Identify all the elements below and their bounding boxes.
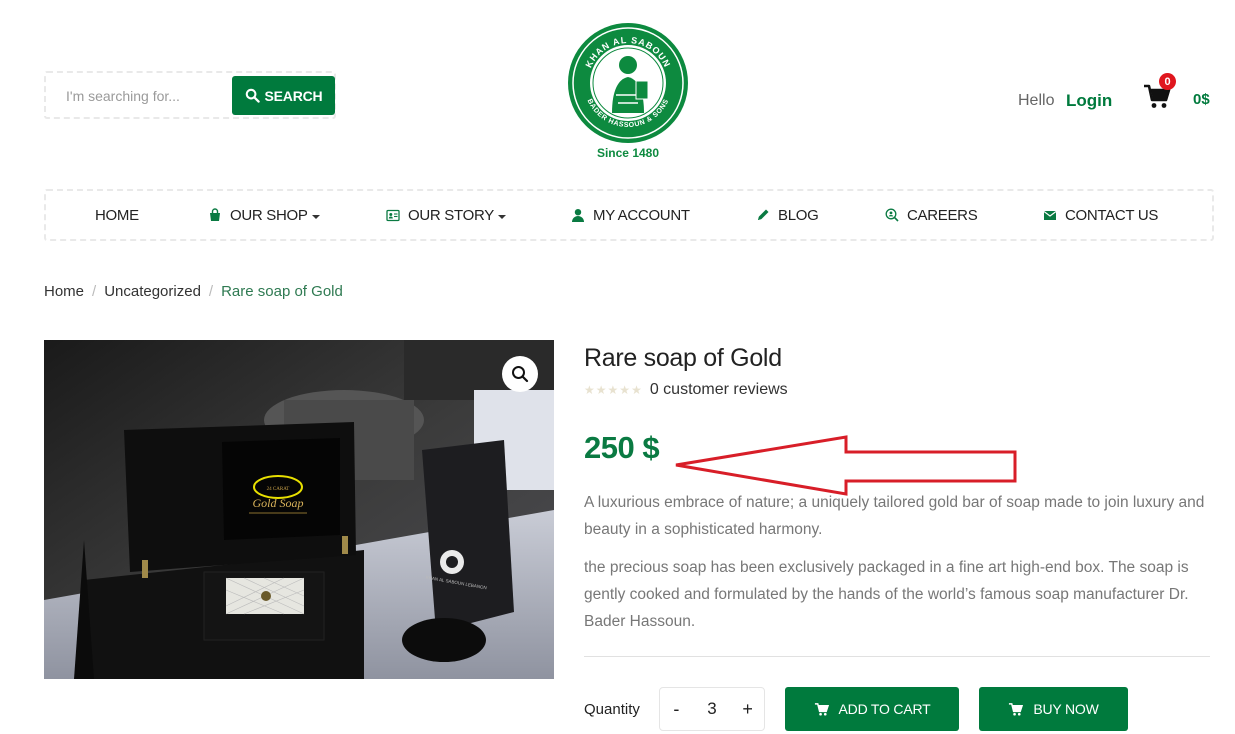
cart-total[interactable]: 0$ [1193,91,1210,108]
nav-item-label: OUR STORY [408,206,494,224]
image-label-main: Gold Soap [253,496,304,510]
breadcrumb-home[interactable]: Home [44,283,84,300]
nav-item-label: CAREERS [907,206,978,224]
quantity-label: Quantity [584,701,640,718]
nav-item-home[interactable]: HOME [95,191,139,239]
cart-icon [1009,702,1024,715]
site-logo[interactable]: KHAN AL SABOUN BADER HASSOUN & SONS Sinc… [566,21,690,161]
nav-item-careers[interactable]: CAREERS [885,191,978,239]
nav-item-our-story[interactable]: OUR STORY [386,191,506,239]
buy-now-button[interactable]: BUY NOW [979,687,1128,731]
search-icon [245,88,260,103]
breadcrumb-separator: / [208,283,214,300]
login-link[interactable]: Login [1066,91,1112,111]
divider [584,656,1210,657]
product-photo: 24 CARAT Gold Soap KHAN AL SABOUN LEBANO… [44,340,554,679]
user-icon [572,209,584,222]
quantity-input[interactable] [697,699,726,719]
cart-count-badge: 0 [1159,73,1176,90]
search-user-icon [885,208,899,222]
nav-item-our-shop[interactable]: OUR SHOP [208,191,320,239]
hello-text: Hello [1018,92,1055,109]
search-button[interactable]: SEARCH [232,76,335,115]
add-to-cart-button[interactable]: ADD TO CART [785,687,959,731]
quantity-decrease-button[interactable]: - [665,699,687,720]
nav-item-label: BLOG [778,206,819,224]
search-form: SEARCH [44,71,336,119]
chevron-down-icon [311,214,320,219]
nav-item-contact-us[interactable]: CONTACT US [1043,191,1158,239]
nav-item-my-account[interactable]: MY ACCOUNT [571,191,690,239]
chevron-down-icon [497,214,506,219]
search-button-label: SEARCH [264,87,323,104]
product-rating: ★ ★ ★ ★ ★ 0 customer reviews [584,381,788,399]
envelope-icon [1043,211,1057,220]
search-input[interactable] [54,81,232,111]
nav-item-label: OUR SHOP [230,206,308,224]
logo-seal: KHAN AL SABOUN BADER HASSOUN & SONS [568,23,688,143]
rating-stars: ★ ★ ★ ★ ★ [584,384,642,396]
nav-item-label: HOME [95,206,139,224]
quantity-stepper: - + [659,687,765,731]
star-icon: ★ [631,383,642,397]
nav-item-label: CONTACT US [1065,206,1159,224]
product-price: 250 $ [584,430,660,465]
magnifier-icon [512,366,529,383]
buy-now-label: BUY NOW [1033,701,1099,717]
zoom-button[interactable] [502,356,538,392]
star-icon: ★ [619,383,631,397]
product-description-2: the precious soap has been exclusively p… [584,559,1189,630]
add-to-cart-label: ADD TO CART [838,701,931,717]
star-icon: ★ [584,383,595,397]
cart-icon [814,702,829,715]
nav-item-blog[interactable]: BLOG [756,191,819,239]
bag-icon [210,208,220,221]
product-image[interactable]: 24 CARAT Gold Soap KHAN AL SABOUN LEBANO… [44,340,554,679]
breadcrumb-current: Rare soap of Gold [221,283,343,300]
product-description-1: A luxurious embrace of nature; a uniquel… [584,494,1205,538]
reviews-link[interactable]: 0 customer reviews [650,381,788,399]
quantity-increase-button[interactable]: + [737,699,759,720]
breadcrumb-uncategorized[interactable]: Uncategorized [104,283,201,300]
breadcrumb-separator: / [92,283,97,300]
breadcrumb: Home / Uncategorized / Rare soap of Gold [44,283,343,300]
product-title: Rare soap of Gold [584,344,782,372]
pencil-icon [758,209,769,220]
star-icon: ★ [595,383,607,397]
nav-item-label: MY ACCOUNT [593,206,690,224]
logo-since: Since 1480 [596,146,660,160]
main-navigation: HOME OUR SHOP OUR STORY MY ACCOUNT BLOG … [44,189,1214,241]
id-card-icon [386,209,400,222]
image-label-small: 24 CARAT [267,487,290,492]
star-icon: ★ [607,383,619,397]
